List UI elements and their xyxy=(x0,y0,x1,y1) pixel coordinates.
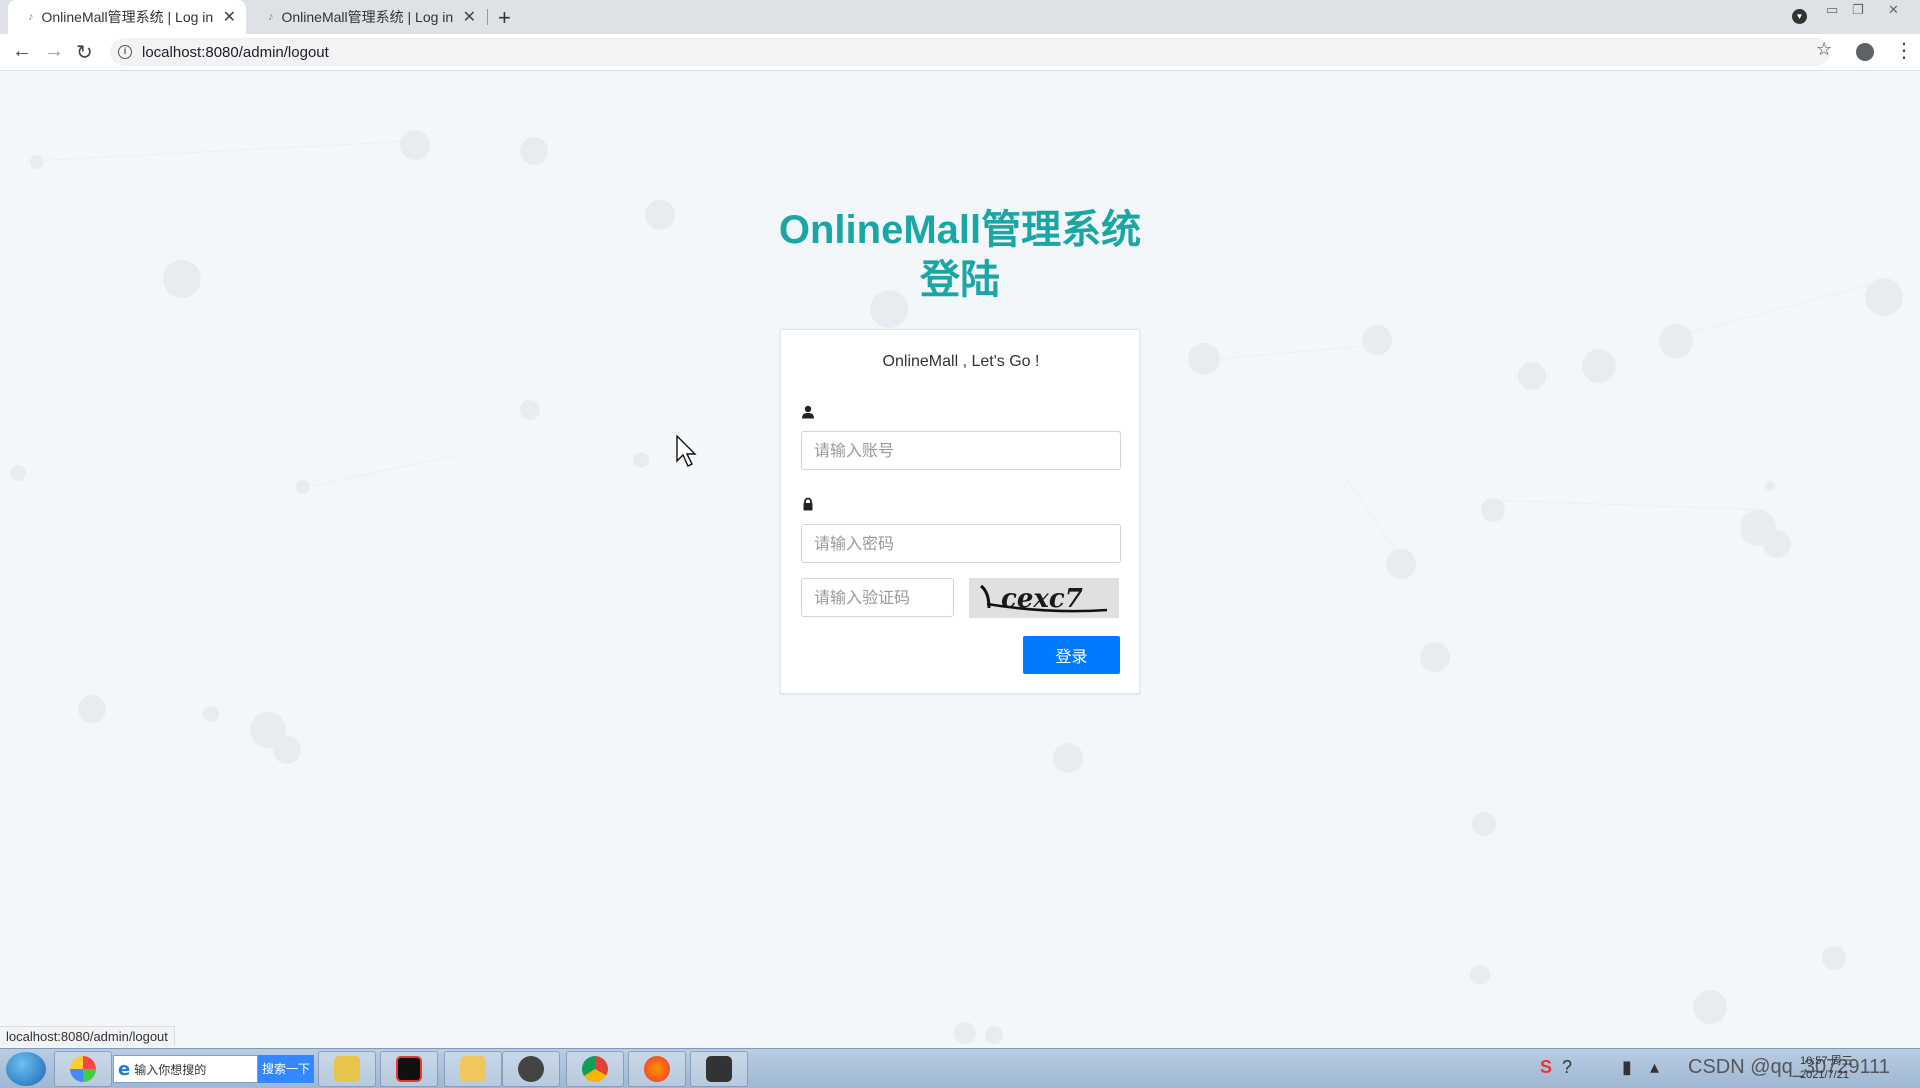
taskbar-app-folder-icon[interactable] xyxy=(318,1051,376,1087)
sogou-icon[interactable]: S xyxy=(1540,1057,1552,1078)
address-bar[interactable]: i localhost:8080/admin/logout xyxy=(110,38,1830,66)
clock-time: 10:57 周三 xyxy=(1800,1055,1853,1067)
tab-divider xyxy=(487,9,488,25)
page-favicon-icon: ♪ xyxy=(28,11,34,23)
window-close-icon[interactable]: ✕ xyxy=(1888,2,1899,18)
tab-inactive[interactable]: ♪ OnlineMall管理系统 | Log in ✕ xyxy=(248,0,486,34)
taskbar-search-text: 输入你想搜的 xyxy=(134,1062,207,1077)
tab-title: OnlineMall管理系统 | Log in xyxy=(41,9,214,25)
help-icon[interactable]: ? xyxy=(1562,1057,1572,1078)
profile-avatar-icon[interactable] xyxy=(1856,43,1874,61)
browser-toolbar: ← → ↻ i localhost:8080/admin/logout ☆ ⋮ xyxy=(0,34,1920,71)
csdn-watermark: CSDN @qq_30729111 xyxy=(1688,1056,1890,1078)
page-favicon-icon: ♪ xyxy=(268,11,274,23)
taskbar-app-explorer-icon[interactable] xyxy=(444,1051,502,1087)
taskbar-app-terminal-icon[interactable] xyxy=(690,1051,748,1087)
taskbar-app-chrome-icon[interactable] xyxy=(566,1051,624,1087)
menu-dots-icon[interactable]: ⋮ xyxy=(1894,38,1914,63)
taskbar-app-firefox-icon[interactable] xyxy=(628,1051,686,1087)
status-url: localhost:8080/admin/logout xyxy=(0,1026,175,1046)
reload-icon[interactable]: ↻ xyxy=(76,40,93,65)
title-line-1: OnlineMall管理系统 xyxy=(778,208,1142,252)
login-button[interactable]: 登录 xyxy=(1023,636,1120,674)
username-input[interactable] xyxy=(801,431,1121,470)
login-card: OnlineMall , Let's Go ! cexc7 登录 xyxy=(780,329,1140,694)
battery-icon[interactable]: ▮ xyxy=(1622,1057,1632,1078)
taskbar-app-qq-icon[interactable] xyxy=(502,1051,560,1087)
password-input[interactable] xyxy=(801,524,1121,563)
mouse-cursor-icon xyxy=(676,435,697,467)
back-icon[interactable]: ← xyxy=(12,40,32,63)
clock-date: 2021/7/21 xyxy=(1800,1069,1849,1081)
page-title: OnlineMall管理系统 登陆 xyxy=(760,205,1160,305)
close-icon[interactable]: ✕ xyxy=(223,7,236,27)
tab-title: OnlineMall管理系统 | Log in xyxy=(281,9,454,25)
taskbar-search-input[interactable]: e 输入你想搜的 xyxy=(113,1055,258,1083)
new-tab-icon[interactable]: + xyxy=(498,5,511,31)
address-text: localhost:8080/admin/logout xyxy=(142,43,329,61)
login-subtitle: OnlineMall , Let's Go ! xyxy=(882,353,1040,370)
taskbar-search-button[interactable]: 搜索一下 xyxy=(258,1055,314,1083)
tray-expand-icon[interactable]: ▴ xyxy=(1650,1057,1659,1078)
system-tray: S ? ▮ ▴ CSDN @qq_30729111 10:57 周三 2021/… xyxy=(1540,1053,1920,1085)
restore-icon[interactable]: ❐ xyxy=(1852,2,1864,18)
captcha-image[interactable]: cexc7 xyxy=(969,578,1119,618)
ie-icon: e xyxy=(118,1058,131,1080)
forward-icon[interactable]: → xyxy=(44,40,64,63)
title-line-2: 登陆 xyxy=(920,258,1000,302)
taskbar: e 输入你想搜的 搜索一下 S ? ▮ ▴ CSDN @qq_30729111 … xyxy=(0,1048,1920,1088)
bookmark-star-icon[interactable]: ☆ xyxy=(1816,39,1832,60)
close-icon[interactable]: ✕ xyxy=(463,7,476,27)
site-info-icon[interactable]: i xyxy=(118,45,132,59)
tab-bar: ♪ OnlineMall管理系统 | Log in ✕ ♪ OnlineMall… xyxy=(0,0,1920,34)
taskbar-app-intellij-icon[interactable] xyxy=(380,1051,438,1087)
tab-search-icon[interactable]: ▼ xyxy=(1792,9,1807,24)
captcha-input[interactable] xyxy=(801,578,954,617)
minimize-icon[interactable]: ▭ xyxy=(1826,2,1838,18)
taskbar-app-360-icon[interactable] xyxy=(54,1051,112,1087)
tab-active[interactable]: ♪ OnlineMall管理系统 | Log in ✕ xyxy=(8,0,246,34)
user-icon xyxy=(802,405,814,419)
lock-icon xyxy=(803,497,813,511)
start-button[interactable] xyxy=(6,1052,46,1086)
